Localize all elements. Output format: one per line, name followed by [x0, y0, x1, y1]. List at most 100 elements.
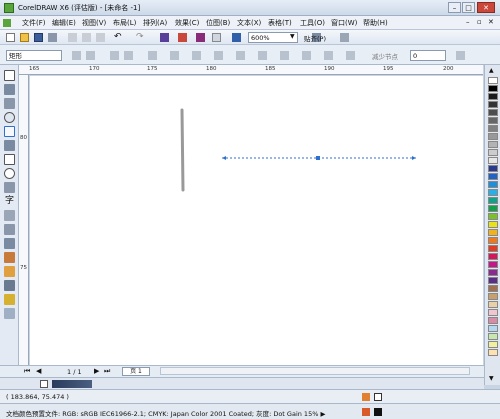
ellipse-tool-icon[interactable] — [4, 168, 15, 179]
menu-view[interactable]: 视图(V) — [82, 18, 106, 28]
mirror-vertical-icon[interactable] — [86, 51, 95, 60]
color-swatch[interactable] — [488, 125, 498, 132]
rectangle-tool-icon[interactable] — [4, 154, 15, 165]
color-swatch[interactable] — [488, 117, 498, 124]
copy-icon[interactable] — [82, 33, 91, 42]
color-swatch[interactable] — [488, 149, 498, 156]
color-swatch[interactable] — [488, 77, 498, 84]
crop-tool-icon[interactable] — [4, 98, 15, 109]
redo-icon[interactable]: ↷ — [136, 32, 144, 42]
color-swatch[interactable] — [488, 141, 498, 148]
polygon-tool-icon[interactable] — [4, 182, 15, 193]
menu-help[interactable]: 帮助(H) — [363, 18, 388, 28]
snap-to-menu[interactable]: 贴齐(P) — [304, 33, 326, 43]
open-folder-icon[interactable] — [20, 33, 29, 42]
color-swatch[interactable] — [488, 237, 498, 244]
extend-curve-icon[interactable] — [324, 51, 333, 60]
smooth-node-icon[interactable] — [258, 51, 267, 60]
page-tab[interactable]: 页 1 — [122, 367, 150, 376]
doc-close-button[interactable]: ✕ — [488, 18, 494, 26]
color-swatch[interactable] — [488, 269, 498, 276]
minimize-button[interactable]: – — [448, 2, 461, 13]
left-arrow-handle-icon[interactable] — [222, 156, 226, 160]
pick-tool-icon[interactable] — [4, 70, 15, 81]
undo-icon[interactable]: ↶ — [114, 32, 122, 42]
export-icon[interactable] — [178, 33, 187, 42]
document-colors[interactable] — [52, 380, 92, 388]
doc-minimize-button[interactable]: – — [466, 18, 470, 26]
color-swatch[interactable] — [488, 277, 498, 284]
dimension-tool-icon[interactable] — [4, 224, 15, 235]
cusp-node-icon[interactable] — [236, 51, 245, 60]
fill-tool-icon[interactable] — [4, 294, 15, 305]
color-swatch[interactable] — [488, 93, 498, 100]
menu-bitmaps[interactable]: 位图(B) — [206, 18, 230, 28]
paste-icon[interactable] — [96, 33, 105, 42]
color-swatch[interactable] — [488, 221, 498, 228]
reverse-direction-icon[interactable] — [302, 51, 311, 60]
object-type-select[interactable]: 矩形 — [6, 50, 62, 61]
menu-effects[interactable]: 效果(C) — [175, 18, 199, 28]
color-swatch[interactable] — [488, 173, 498, 180]
previous-page-icon[interactable]: ◀ — [36, 367, 41, 375]
color-swatch[interactable] — [488, 213, 498, 220]
color-swatch[interactable] — [488, 101, 498, 108]
color-swatch[interactable] — [488, 165, 498, 172]
color-swatch[interactable] — [488, 317, 498, 324]
options-icon[interactable] — [340, 33, 349, 42]
blend-tool-icon[interactable] — [4, 252, 15, 263]
convert-to-curve-icon[interactable] — [214, 51, 223, 60]
right-arrow-handle-icon[interactable] — [412, 156, 416, 160]
color-swatch[interactable] — [488, 253, 498, 260]
color-swatch[interactable] — [488, 133, 498, 140]
horizontal-scrollbar[interactable] — [160, 367, 470, 375]
color-swatch[interactable] — [488, 341, 498, 348]
zoom-tool-icon[interactable] — [4, 112, 15, 123]
no-color-swatch[interactable] — [40, 380, 48, 388]
outline-pen-icon[interactable] — [4, 280, 15, 291]
delete-node-icon[interactable] — [124, 51, 133, 60]
color-swatch[interactable] — [488, 109, 498, 116]
new-document-icon[interactable] — [6, 33, 15, 42]
convert-to-line-icon[interactable] — [192, 51, 201, 60]
menu-file[interactable]: 文件(F) — [22, 18, 46, 28]
reduce-nodes-input[interactable]: 0 — [410, 50, 446, 61]
welcome-screen-icon[interactable] — [232, 33, 241, 42]
break-curve-icon[interactable] — [170, 51, 179, 60]
freehand-tool-icon[interactable] — [4, 126, 15, 137]
menu-text[interactable]: 文本(X) — [237, 18, 261, 28]
print-icon[interactable] — [48, 33, 57, 42]
menu-table[interactable]: 表格(T) — [268, 18, 292, 28]
close-button[interactable]: ✕ — [477, 2, 495, 13]
color-swatch[interactable] — [488, 85, 498, 92]
application-launcher-icon[interactable] — [212, 33, 221, 42]
add-node-icon[interactable] — [110, 51, 119, 60]
select-all-nodes-icon[interactable] — [456, 51, 465, 60]
publish-pdf-icon[interactable] — [196, 33, 205, 42]
color-swatch[interactable] — [488, 245, 498, 252]
color-profile-info[interactable]: 文档颜色预置文件: RGB: sRGB IEC61966-2.1; CMYK: … — [6, 408, 325, 418]
drawn-stroke[interactable] — [180, 108, 185, 192]
color-swatch[interactable] — [488, 189, 498, 196]
color-swatch[interactable] — [488, 205, 498, 212]
menu-tools[interactable]: 工具(O) — [300, 18, 325, 28]
color-swatch[interactable] — [488, 309, 498, 316]
last-page-icon[interactable]: ⏭ — [104, 367, 110, 376]
table-tool-icon[interactable] — [4, 210, 15, 221]
import-icon[interactable] — [160, 33, 169, 42]
menu-layout[interactable]: 布局(L) — [113, 18, 136, 28]
color-swatch[interactable] — [488, 157, 498, 164]
eyedropper-tool-icon[interactable] — [4, 266, 15, 277]
color-swatch[interactable] — [488, 229, 498, 236]
palette-scroll-up-icon[interactable]: ▲ — [489, 67, 494, 74]
join-nodes-icon[interactable] — [148, 51, 157, 60]
palette-scroll-down-icon[interactable]: ▼ — [489, 375, 494, 382]
interactive-fill-icon[interactable] — [4, 308, 15, 319]
color-swatch[interactable] — [488, 181, 498, 188]
connector-tool-icon[interactable] — [4, 238, 15, 249]
menu-arrange[interactable]: 排列(A) — [143, 18, 167, 28]
color-swatch[interactable] — [488, 301, 498, 308]
app-menu-icon[interactable] — [3, 19, 11, 27]
next-page-icon[interactable]: ▶ — [94, 367, 99, 375]
color-swatch[interactable] — [488, 325, 498, 332]
